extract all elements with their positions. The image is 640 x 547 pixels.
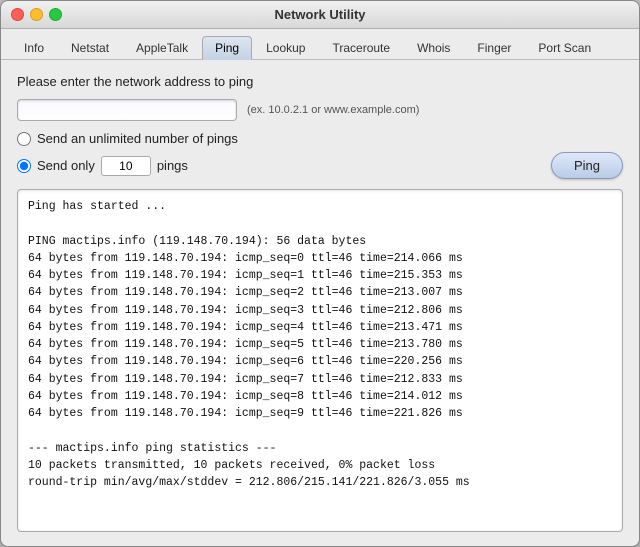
address-input[interactable] xyxy=(17,99,237,121)
tab-netstat[interactable]: Netstat xyxy=(58,36,122,60)
pings-label: pings xyxy=(157,158,188,173)
maximize-button[interactable] xyxy=(49,8,62,21)
minimize-button[interactable] xyxy=(30,8,43,21)
tab-whois[interactable]: Whois xyxy=(404,36,463,60)
radio-unlimited-row: Send an unlimited number of pings xyxy=(17,131,623,146)
tab-portscan[interactable]: Port Scan xyxy=(525,36,604,60)
radio-unlimited-label: Send an unlimited number of pings xyxy=(37,131,238,146)
main-window: Network Utility Info Netstat AppleTalk P… xyxy=(0,0,640,547)
tabs-bar: Info Netstat AppleTalk Ping Lookup Trace… xyxy=(1,29,639,60)
tab-info[interactable]: Info xyxy=(11,36,57,60)
address-row: (ex. 10.0.2.1 or www.example.com) xyxy=(17,99,623,121)
radio-only[interactable] xyxy=(17,159,31,173)
address-label: Please enter the network address to ping xyxy=(17,74,623,89)
window-controls xyxy=(11,8,62,21)
tab-lookup[interactable]: Lookup xyxy=(253,36,318,60)
radio-only-row: Send only pings xyxy=(17,156,188,176)
radio-unlimited[interactable] xyxy=(17,132,31,146)
close-button[interactable] xyxy=(11,8,24,21)
window-title: Network Utility xyxy=(274,7,365,22)
tab-ping[interactable]: Ping xyxy=(202,36,252,60)
tab-appletalk[interactable]: AppleTalk xyxy=(123,36,201,60)
options-row: Send an unlimited number of pings Send o… xyxy=(17,131,623,179)
ping-count-input[interactable] xyxy=(101,156,151,176)
ping-row: Send only pings Ping xyxy=(17,152,623,179)
ping-output: Ping has started ... PING mactips.info (… xyxy=(17,189,623,532)
ping-button[interactable]: Ping xyxy=(551,152,623,179)
radio-only-label: Send only xyxy=(37,158,95,173)
main-content: Please enter the network address to ping… xyxy=(1,60,639,546)
address-hint: (ex. 10.0.2.1 or www.example.com) xyxy=(247,104,419,116)
titlebar: Network Utility xyxy=(1,1,639,29)
tab-finger[interactable]: Finger xyxy=(464,36,524,60)
tab-traceroute[interactable]: Traceroute xyxy=(319,36,403,60)
